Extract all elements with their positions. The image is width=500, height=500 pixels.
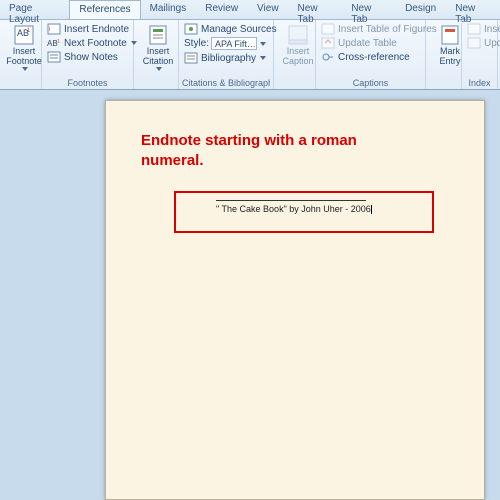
group-captions-big: Insert Caption <box>274 20 316 89</box>
insert-citation-label: Insert Citation <box>143 47 174 67</box>
group-captions-label: Captions <box>319 77 422 89</box>
update-index-label: Updat <box>484 38 500 49</box>
endnote-icon: i <box>47 23 61 35</box>
svg-text:i: i <box>49 27 50 33</box>
insert-caption-button[interactable]: Insert Caption <box>277 22 319 69</box>
show-notes-icon <box>47 51 61 63</box>
chevron-down-icon <box>156 67 162 71</box>
update-table-icon <box>321 37 335 49</box>
citation-style-dropdown[interactable]: Style: APA Fift… <box>182 36 270 51</box>
update-index-button[interactable]: Updat <box>465 36 494 50</box>
insert-caption-label: Insert Caption <box>282 47 313 67</box>
next-footnote-label: Next Footnote <box>64 38 127 49</box>
next-footnote-button[interactable]: AB1 Next Footnote <box>45 36 130 50</box>
tab-new-tab-3[interactable]: New Tab <box>446 0 500 19</box>
tof-icon <box>321 23 335 35</box>
ribbon-tabs: Page Layout References Mailings Review V… <box>0 0 500 20</box>
insert-tof-button[interactable]: Insert Table of Figures <box>319 22 422 36</box>
group-index-small: Insert Updat Index <box>462 20 498 89</box>
document-workspace: Endnote starting with a roman numeral. "… <box>0 90 500 500</box>
style-value: APA Fift… <box>211 37 257 50</box>
insert-endnote-button[interactable]: i Insert Endnote <box>45 22 130 36</box>
bibliography-button[interactable]: Bibliography <box>182 51 270 65</box>
tab-view[interactable]: View <box>248 0 289 19</box>
group-citations-small: Manage Sources Style: APA Fift… Bibliogr… <box>179 20 274 89</box>
caption-icon <box>287 24 309 46</box>
manage-sources-button[interactable]: Manage Sources <box>182 22 270 36</box>
tab-new-tab-1[interactable]: New Tab <box>289 0 343 19</box>
tab-page-layout[interactable]: Page Layout <box>0 0 69 19</box>
manage-sources-label: Manage Sources <box>201 24 277 35</box>
tab-new-tab-2[interactable]: New Tab <box>342 0 396 19</box>
group-footnotes-big: AB1 Insert Footnote <box>0 20 42 89</box>
citation-icon <box>147 24 169 46</box>
insert-endnote-label: Insert Endnote <box>64 24 129 35</box>
tab-references[interactable]: References <box>69 0 140 19</box>
tab-mailings[interactable]: Mailings <box>141 0 197 19</box>
insert-footnote-label: Insert Footnote <box>6 47 42 67</box>
mark-entry-icon <box>439 24 461 46</box>
update-table-button[interactable]: Update Table <box>319 36 422 50</box>
insert-index-label: Insert <box>484 24 500 35</box>
text-cursor <box>371 205 372 214</box>
update-index-icon <box>467 37 481 49</box>
document-page[interactable]: Endnote starting with a roman numeral. "… <box>105 100 485 500</box>
cross-reference-button[interactable]: Cross-reference <box>319 50 422 64</box>
insert-tof-label: Insert Table of Figures <box>338 24 437 35</box>
show-notes-label: Show Notes <box>64 52 118 63</box>
update-table-label: Update Table <box>338 38 397 49</box>
manage-sources-icon <box>184 23 198 35</box>
group-footnotes-label: Footnotes <box>45 77 130 89</box>
endnote-content: " The Cake Book" by John Uher - 2006 <box>216 204 371 214</box>
group-index-label: Index <box>465 77 494 89</box>
chevron-down-icon <box>22 67 28 71</box>
bibliography-label: Bibliography <box>201 53 256 64</box>
group-index-big: Mark Entry <box>426 20 462 89</box>
chevron-down-icon <box>260 42 266 46</box>
mark-entry-label: Mark Entry <box>439 47 460 67</box>
insert-citation-button[interactable]: Insert Citation <box>137 22 179 73</box>
annotation-title: Endnote starting with a roman numeral. <box>141 131 401 170</box>
cross-reference-label: Cross-reference <box>338 52 410 63</box>
show-notes-button[interactable]: Show Notes <box>45 50 130 64</box>
cross-reference-icon <box>321 51 335 63</box>
style-label: Style: <box>184 38 209 49</box>
endnote-text[interactable]: " The Cake Book" by John Uher - 2006 <box>176 201 432 214</box>
bibliography-icon <box>184 52 198 64</box>
insert-index-icon <box>467 23 481 35</box>
footnote-icon: AB1 <box>13 24 35 46</box>
insert-footnote-button[interactable]: AB1 Insert Footnote <box>3 22 45 73</box>
chevron-down-icon <box>260 56 266 60</box>
svg-text:1: 1 <box>57 39 60 45</box>
ribbon: AB1 Insert Footnote i Insert Endnote AB1… <box>0 20 500 90</box>
next-footnote-icon: AB1 <box>47 37 61 49</box>
insert-index-button[interactable]: Insert <box>465 22 494 36</box>
group-footnotes-small: i Insert Endnote AB1 Next Footnote Show … <box>42 20 134 89</box>
group-citations-big: Insert Citation <box>134 20 179 89</box>
tab-review[interactable]: Review <box>196 0 248 19</box>
tab-design[interactable]: Design <box>396 0 446 19</box>
group-citations-label: Citations & Bibliography <box>182 77 270 89</box>
annotation-highlight-box: " The Cake Book" by John Uher - 2006 <box>174 191 434 233</box>
group-captions-small: Insert Table of Figures Update Table Cro… <box>316 20 426 89</box>
